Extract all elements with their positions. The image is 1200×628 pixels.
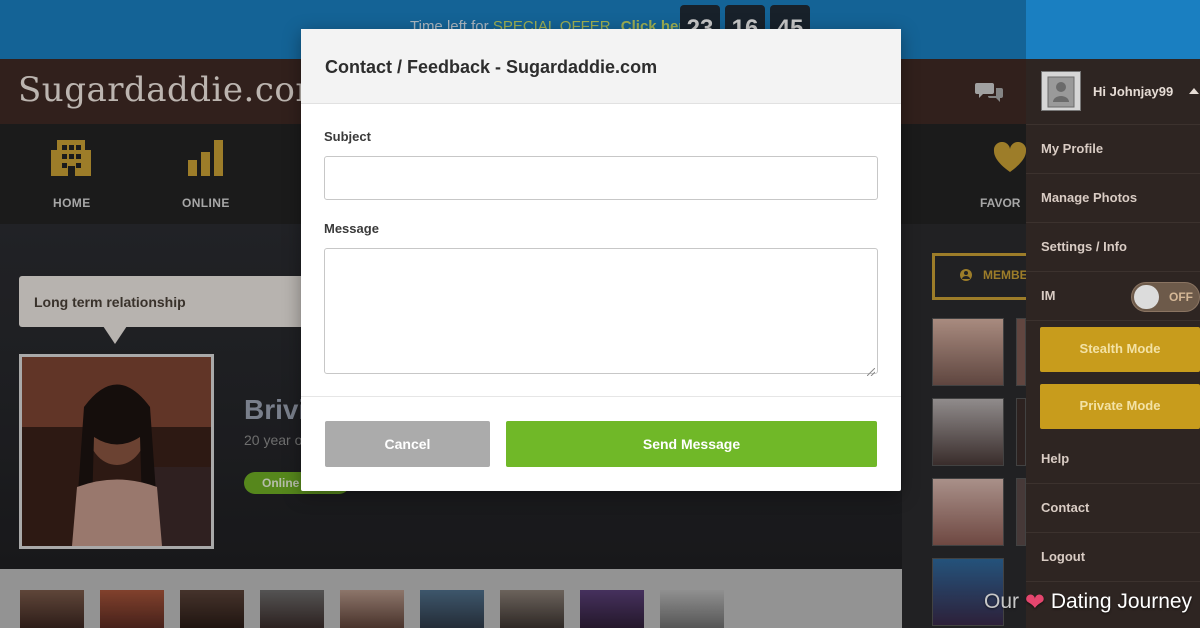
menu-item-settings[interactable]: Settings / Info [1026, 223, 1200, 272]
menu-item-label: Manage Photos [1041, 190, 1138, 205]
menu-item-label: Logout [1041, 549, 1086, 564]
menu-item-logout[interactable]: Logout [1026, 533, 1200, 582]
stealth-mode-label: Stealth Mode [1079, 341, 1161, 356]
im-toggle-state: OFF [1169, 290, 1193, 304]
private-mode-button[interactable]: Private Mode [1040, 384, 1200, 429]
user-greeting[interactable]: Hi Johnjay99 [1093, 84, 1173, 99]
watermark-right: Dating Journey [1050, 590, 1193, 613]
modal-title: Contact / Feedback - Sugardaddie.com [325, 57, 658, 77]
send-message-button[interactable]: Send Message [506, 421, 877, 467]
subject-input[interactable] [324, 156, 878, 200]
menu-item-label: Help [1041, 451, 1070, 466]
private-mode-label: Private Mode [1079, 398, 1161, 413]
menu-item-label: Contact [1041, 500, 1090, 515]
menu-item-contact[interactable]: Contact [1026, 484, 1200, 533]
im-label: IM [1041, 288, 1056, 303]
im-toggle-knob[interactable] [1134, 285, 1159, 309]
stealth-mode-button[interactable]: Stealth Mode [1040, 327, 1200, 372]
user-avatar[interactable] [1041, 71, 1081, 111]
modal-divider [301, 396, 901, 397]
modal-header: Contact / Feedback - Sugardaddie.com [301, 29, 901, 104]
message-textarea[interactable] [324, 248, 878, 374]
subject-label: Subject [324, 129, 371, 144]
menu-item-help[interactable]: Help [1026, 435, 1200, 484]
heart-icon: ❤ [1024, 589, 1045, 616]
message-label: Message [324, 221, 379, 236]
cancel-button-label: Cancel [384, 436, 431, 452]
menu-item-label: My Profile [1041, 141, 1104, 156]
resize-grip-icon[interactable] [866, 363, 876, 377]
cancel-button[interactable]: Cancel [325, 421, 490, 467]
chevron-up-icon[interactable] [1189, 88, 1199, 94]
menu-item-manage-photos[interactable]: Manage Photos [1026, 174, 1200, 223]
menu-item-label: Settings / Info [1041, 239, 1127, 254]
menu-item-my-profile[interactable]: My Profile [1026, 125, 1200, 174]
send-message-button-label: Send Message [642, 436, 741, 452]
contact-feedback-modal: Contact / Feedback - Sugardaddie.com Sub… [301, 29, 901, 491]
